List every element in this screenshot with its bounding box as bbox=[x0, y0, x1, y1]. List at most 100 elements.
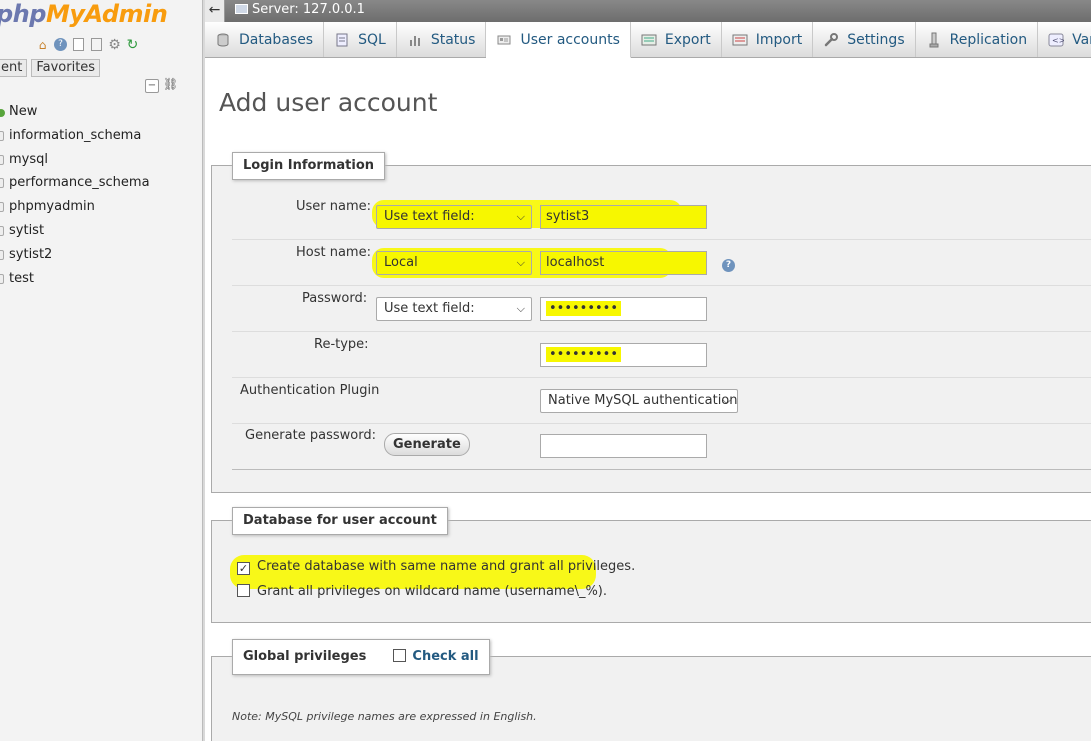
help-icon[interactable]: ? bbox=[722, 259, 735, 272]
docs-icon[interactable] bbox=[89, 37, 104, 52]
create-database-checkbox[interactable]: ✓ bbox=[237, 562, 250, 575]
server-icon bbox=[235, 4, 248, 14]
check-all-checkbox[interactable] bbox=[393, 649, 407, 662]
database-for-user-legend: Database for user account bbox=[232, 507, 448, 535]
page-title: Add user account bbox=[219, 88, 438, 117]
retype-label: Re-type: bbox=[314, 337, 369, 352]
user-name-type-select[interactable]: Use text field: ⌵ bbox=[376, 205, 532, 229]
tree-item-database[interactable]: phpmyadmin bbox=[0, 195, 202, 219]
tab-sql[interactable]: SQL bbox=[324, 22, 397, 57]
tree-item-database[interactable]: sytist2 bbox=[0, 243, 202, 267]
database-icon bbox=[0, 154, 4, 165]
tab-replication[interactable]: Replication bbox=[916, 22, 1039, 57]
tab-databases[interactable]: Databases bbox=[205, 22, 325, 57]
generate-button[interactable]: Generate bbox=[384, 433, 470, 456]
wildcard-privileges-option[interactable]: Grant all privileges on wildcard name (u… bbox=[237, 584, 607, 599]
tab-settings[interactable]: Settings bbox=[813, 22, 916, 57]
chevron-down-icon: ⌵ bbox=[516, 302, 525, 315]
reload-icon[interactable]: ↻ bbox=[125, 37, 140, 53]
privilege-names-note: Note: MySQL privilege names are expresse… bbox=[232, 710, 537, 723]
server-breadcrumb-bar: ← Server: 127.0.0.1 bbox=[205, 0, 1091, 22]
nav-tabs: ent Favorites bbox=[0, 59, 101, 77]
tree-item-database[interactable]: performance_schema bbox=[0, 171, 202, 195]
tree-item-label: sytist2 bbox=[9, 246, 53, 262]
password-type-select[interactable]: Use text field: ⌵ bbox=[376, 297, 532, 321]
password-label: Password: bbox=[302, 291, 368, 306]
generated-password-input[interactable] bbox=[540, 434, 707, 458]
user-name-row: User name: Use text field: ⌵ sytist3 bbox=[232, 194, 1091, 240]
database-icon bbox=[0, 130, 4, 141]
export-icon bbox=[641, 32, 657, 48]
sql-icon bbox=[334, 32, 350, 48]
user-name-input[interactable]: sytist3 bbox=[540, 205, 707, 229]
global-privileges-legend: Global privileges Check all bbox=[232, 639, 490, 675]
docs-icon[interactable] bbox=[71, 37, 86, 52]
password-input[interactable]: ••••••••• bbox=[540, 297, 707, 321]
tab-favorites[interactable]: Favorites bbox=[31, 59, 101, 77]
database-icon bbox=[215, 32, 231, 48]
auth-plugin-label: Authentication Plugin bbox=[240, 383, 380, 398]
settings-icon[interactable]: ⚙ bbox=[107, 37, 122, 53]
generate-password-row: Generate password: Generate bbox=[232, 424, 1091, 470]
host-name-label: Host name: bbox=[296, 245, 371, 260]
login-information-legend: Login Information bbox=[232, 152, 386, 180]
server-breadcrumb[interactable]: Server: 127.0.0.1 bbox=[235, 2, 365, 17]
tab-status[interactable]: Status bbox=[397, 22, 487, 57]
link-icon[interactable]: ⛓ bbox=[163, 78, 178, 93]
tree-item-label: phpmyadmin bbox=[9, 199, 95, 215]
generate-password-label: Generate password: bbox=[245, 428, 376, 443]
tree-item-database[interactable]: test bbox=[0, 267, 202, 291]
panel-divider[interactable] bbox=[203, 0, 205, 741]
tree-item-database[interactable]: sytist bbox=[0, 219, 202, 243]
database-icon bbox=[0, 178, 4, 189]
wildcard-privileges-checkbox[interactable] bbox=[237, 584, 250, 597]
collapse-all-icon[interactable]: − bbox=[145, 79, 159, 93]
users-icon bbox=[496, 32, 512, 48]
tab-export[interactable]: Export bbox=[631, 22, 722, 57]
tree-item-label: sytist bbox=[9, 222, 45, 238]
tree-item-label: mysql bbox=[9, 151, 48, 167]
password-row: Password: Use text field: ⌵ ••••••••• bbox=[232, 286, 1091, 332]
tree-item-label: New bbox=[9, 104, 38, 119]
database-icon bbox=[0, 225, 4, 236]
database-icon bbox=[0, 202, 4, 213]
tab-recent[interactable]: ent bbox=[0, 59, 28, 77]
retype-password-input[interactable]: ••••••••• bbox=[540, 343, 707, 367]
login-information-fieldset: Login Information User name: Use text fi… bbox=[211, 152, 1091, 493]
create-database-option[interactable]: ✓ Create database with same name and gran… bbox=[237, 559, 635, 575]
tree-item-label: performance_schema bbox=[9, 175, 150, 191]
check-all-label[interactable]: Check all bbox=[412, 649, 478, 664]
tree-controls: − ⛓ bbox=[145, 78, 178, 93]
database-tree: New information_schema mysql performance… bbox=[0, 100, 202, 291]
help-icon[interactable]: ? bbox=[53, 37, 68, 52]
database-for-user-fieldset: Database for user account ✓ Create databa… bbox=[211, 507, 1091, 623]
database-icon bbox=[0, 249, 4, 260]
tab-import[interactable]: Import bbox=[722, 22, 814, 57]
host-name-type-select[interactable]: Local ⌵ bbox=[376, 251, 532, 275]
tree-item-database[interactable]: information_schema bbox=[0, 124, 202, 148]
chevron-down-icon: ⌵ bbox=[516, 210, 525, 223]
auth-plugin-row: Authentication Plugin Native MySQL authe… bbox=[232, 378, 1091, 424]
wrench-icon bbox=[823, 32, 839, 48]
main-menu: Databases SQL Status User accounts Expor… bbox=[205, 22, 1091, 58]
tree-item-new[interactable]: New bbox=[0, 100, 202, 124]
host-name-input[interactable]: localhost bbox=[540, 251, 707, 275]
phpmyadmin-logo[interactable]: phpMyAdmin bbox=[0, 0, 168, 28]
database-icon bbox=[0, 273, 4, 284]
tab-user-accounts[interactable]: User accounts bbox=[486, 22, 631, 58]
retype-row: Re-type: ••••••••• bbox=[232, 332, 1091, 378]
nav-icons: ⌂ ? ⚙ ↻ bbox=[35, 37, 140, 53]
user-name-label: User name: bbox=[296, 199, 372, 214]
chevron-down-icon: ⌵ bbox=[516, 256, 525, 269]
chevron-down-icon: ⌵ bbox=[722, 394, 731, 407]
collapse-panel-button[interactable]: ← bbox=[205, 0, 225, 22]
home-icon[interactable]: ⌂ bbox=[35, 37, 50, 52]
auth-plugin-select[interactable]: Native MySQL authentication ⌵ bbox=[540, 389, 738, 413]
tree-item-database[interactable]: mysql bbox=[0, 148, 202, 172]
global-privileges-fieldset: Global privileges Check all Note: MySQL … bbox=[211, 639, 1091, 741]
host-name-row: Host name: Local ⌵ localhost ? bbox=[232, 240, 1091, 286]
import-icon bbox=[732, 32, 748, 48]
new-icon bbox=[0, 109, 5, 117]
svg-text:<>: <> bbox=[1052, 36, 1064, 45]
tab-variables[interactable]: <> Variab bbox=[1038, 22, 1091, 57]
